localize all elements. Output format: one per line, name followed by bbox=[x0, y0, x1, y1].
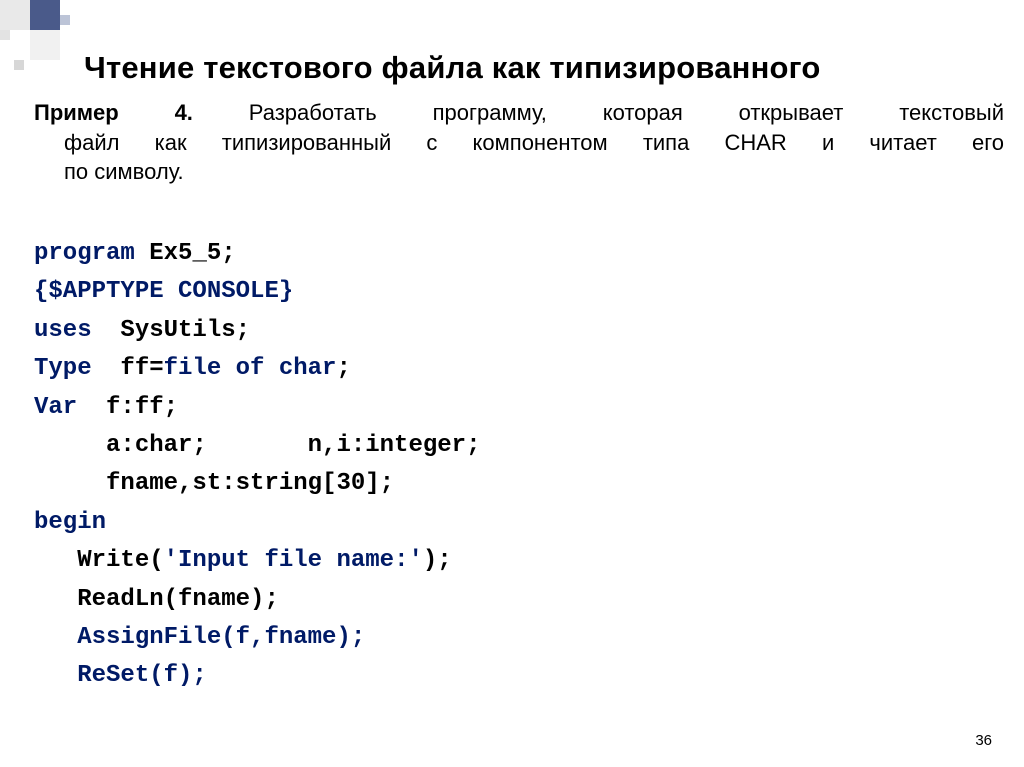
kw-program: program bbox=[34, 240, 135, 267]
directive: {$APPTYPE CONSOLE} bbox=[34, 278, 293, 305]
slide-content: Чтение текстового файла как типизированн… bbox=[0, 0, 1024, 696]
code-l1-rest: Ex5_5; bbox=[135, 240, 236, 267]
code-l10: ReadLn(fname); bbox=[34, 586, 279, 613]
code-l9-post: ); bbox=[423, 547, 452, 574]
slide-title: Чтение текстового файла как типизированн… bbox=[84, 50, 1004, 86]
desc-line3: по символу. bbox=[34, 157, 1004, 187]
code-l3-rest: SysUtils; bbox=[92, 317, 250, 344]
code-l7: fname,st:string[30]; bbox=[34, 470, 394, 497]
code-l12: ReSet(f); bbox=[34, 662, 207, 689]
kw-type: Type bbox=[34, 355, 92, 382]
code-l4-rest: ff= bbox=[92, 355, 164, 382]
example-label: Пример 4. bbox=[34, 100, 193, 125]
code-l4-tail: ; bbox=[336, 355, 350, 382]
desc-line1: Разработать программу, которая открывает… bbox=[193, 100, 1004, 125]
example-description: Пример 4. Разработать программу, которая… bbox=[34, 98, 1004, 187]
code-l6: a:char; n,i:integer; bbox=[34, 432, 480, 459]
code-l11: AssignFile(f,fname); bbox=[34, 624, 365, 651]
code-l9-pre: Write( bbox=[34, 547, 164, 574]
desc-line2: файл как типизированный с компонентом ти… bbox=[34, 128, 1004, 158]
kw-uses: uses bbox=[34, 317, 92, 344]
code-l5-rest: f:ff; bbox=[77, 394, 178, 421]
kw-begin: begin bbox=[34, 509, 106, 536]
page-number: 36 bbox=[975, 732, 992, 749]
kw-var: Var bbox=[34, 394, 77, 421]
code-block: program Ex5_5; {$APPTYPE CONSOLE} uses S… bbox=[34, 235, 1004, 696]
kw-fileof: file of char bbox=[164, 355, 337, 382]
string-literal: 'Input file name:' bbox=[164, 547, 423, 574]
